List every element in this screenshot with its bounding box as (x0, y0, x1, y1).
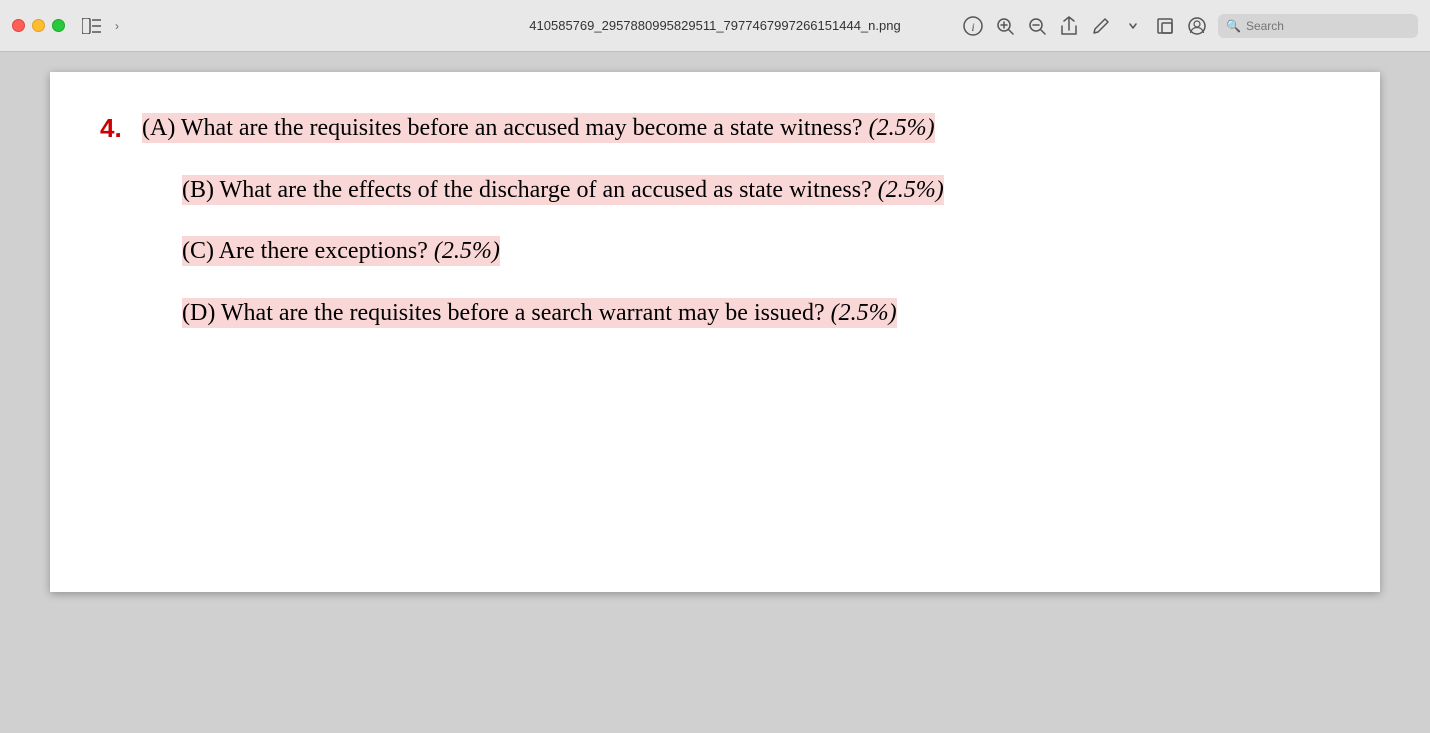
sidebar-toggle-button[interactable] (81, 17, 103, 35)
account-icon[interactable] (1186, 15, 1208, 37)
info-icon[interactable]: i (962, 15, 984, 37)
close-button[interactable] (12, 19, 25, 32)
minimize-button[interactable] (32, 19, 45, 32)
search-input[interactable] (1246, 19, 1410, 33)
share-icon[interactable] (1058, 15, 1080, 37)
chevron-down-icon: › (115, 19, 119, 33)
question-b-points: (2.5%) (878, 177, 944, 203)
svg-text:i: i (971, 20, 974, 34)
main-area: 4. (A) What are the requisites before an… (0, 52, 1430, 733)
filename-label: 410585769_2957880995829511_7977467997266… (529, 18, 900, 33)
zoom-out-icon[interactable] (1026, 15, 1048, 37)
question-d-points: (2.5%) (831, 300, 897, 326)
search-icon: 🔍 (1226, 19, 1241, 33)
document-page: 4. (A) What are the requisites before an… (50, 72, 1380, 592)
question-c-points: (2.5%) (434, 238, 500, 264)
question-part-b: (B) What are the effects of the discharg… (142, 174, 1330, 208)
question-a-points: (2.5%) (869, 115, 935, 141)
zoom-in-icon[interactable] (994, 15, 1016, 37)
titlebar: › 410585769_2957880995829511_79774679972… (0, 0, 1430, 52)
question-d-text: (D) What are the requisites before a sea… (182, 298, 897, 328)
question-part-c: (C) Are there exceptions? (2.5%) (142, 235, 1330, 269)
question-c-text: (C) Are there exceptions? (2.5%) (182, 236, 500, 266)
search-box[interactable]: 🔍 (1218, 14, 1418, 38)
question-b-text: (B) What are the effects of the discharg… (182, 175, 944, 205)
question-block: 4. (A) What are the requisites before an… (100, 112, 1330, 358)
question-part-d: (D) What are the requisites before a sea… (142, 297, 1330, 331)
question-a-text: (A) What are the requisites before an ac… (142, 113, 935, 143)
traffic-lights (12, 19, 65, 32)
maximize-button[interactable] (52, 19, 65, 32)
question-number: 4. (100, 112, 130, 358)
pen-dropdown-icon[interactable] (1122, 15, 1144, 37)
expand-icon[interactable] (1154, 15, 1176, 37)
question-part-a: (A) What are the requisites before an ac… (142, 112, 1330, 146)
question-content: (A) What are the requisites before an ac… (142, 112, 1330, 358)
pen-icon[interactable] (1090, 15, 1112, 37)
toolbar-right: i (962, 14, 1418, 38)
